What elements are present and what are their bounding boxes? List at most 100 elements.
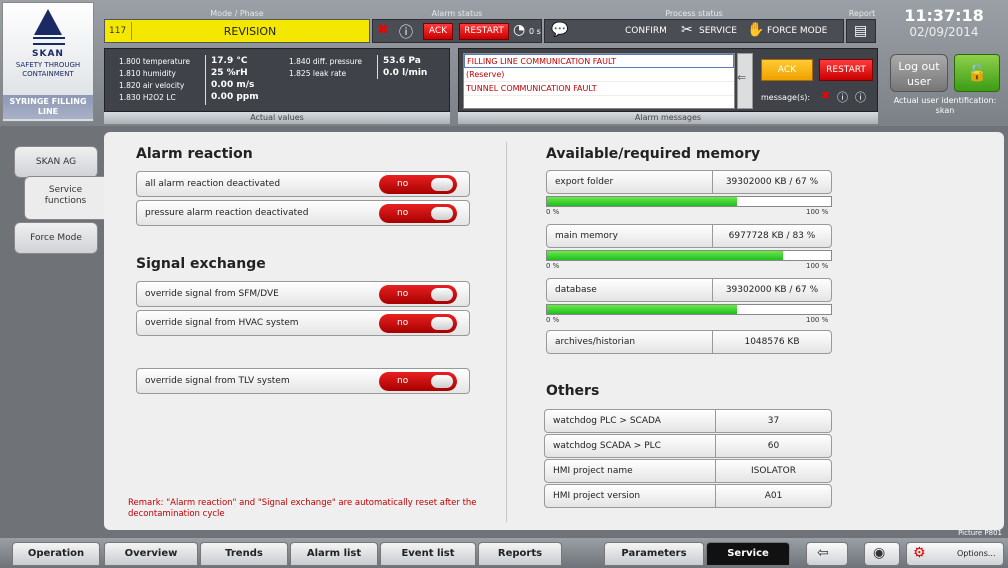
alarm-restart-button[interactable]: RESTART — [459, 23, 509, 40]
padlock-icon: 🔓 — [967, 63, 987, 82]
others-label: HMI project version — [553, 491, 641, 501]
value-divider — [377, 55, 378, 79]
messages-count-label: message(s): — [761, 93, 811, 102]
toggle-state: no — [397, 179, 409, 189]
signal-exchange-toggle[interactable]: no — [379, 314, 457, 333]
alarm-message[interactable]: (Reserve) — [464, 68, 734, 82]
force-mode-hand-icon: ✋ — [747, 22, 765, 38]
toggle-knob — [431, 317, 453, 330]
memory-row: main memory 6977728 KB / 83 % — [546, 224, 832, 248]
value-reading: 25 %rH — [211, 68, 248, 78]
tab-overview[interactable]: Overview — [104, 542, 198, 566]
side-item-skan-ag[interactable]: SKAN AG — [14, 146, 98, 178]
progress-min: 0 % — [546, 316, 560, 324]
process-status-panel: 💬 CONFIRM ✂ SERVICE ✋ FORCE MODE — [544, 19, 844, 43]
mode-phase-field[interactable]: 117 REVISION — [104, 19, 370, 43]
mode-name: REVISION — [223, 25, 277, 38]
report-icon: ▤ — [854, 23, 868, 39]
timer-icon: ◔ — [513, 22, 526, 38]
memory-progress-fill — [547, 251, 783, 260]
alarm-messages-restart-button[interactable]: RESTART — [819, 59, 873, 81]
alarm-ack-button[interactable]: ACK — [423, 23, 453, 40]
value-label: 1.830 H2O2 LC — [119, 93, 176, 102]
user-lock-icon[interactable]: 🔓 — [954, 54, 1000, 92]
memory-label: main memory — [555, 231, 618, 241]
message-warning-icon: ⓘ — [837, 91, 848, 104]
progress-min: 0 % — [546, 208, 560, 216]
options-label: Options... — [957, 549, 996, 558]
back-button[interactable]: ⇦ — [806, 542, 848, 566]
process-status-label: Process status — [665, 9, 723, 18]
tab-event-list[interactable]: Event list — [380, 542, 476, 566]
message-info-icon: ⓘ — [855, 91, 866, 104]
others-value: A01 — [715, 485, 831, 507]
mode-separator — [131, 22, 132, 40]
signal-exchange-label: override signal from SFM/DVE — [145, 289, 279, 299]
signal-exchange-toggle[interactable]: no — [379, 285, 457, 304]
clock-date: 02/09/2014 — [909, 25, 979, 39]
alarm-off-icon: ✖ — [377, 22, 389, 38]
signal-exchange-toggle[interactable]: no — [379, 372, 457, 391]
alarm-reaction-toggle[interactable]: no — [379, 175, 457, 194]
signal-exchange-label: override signal from HVAC system — [145, 318, 299, 328]
alarm-messages-bar[interactable]: Alarm messages — [458, 112, 878, 124]
memory-label: database — [555, 285, 597, 295]
others-value: 37 — [715, 410, 831, 432]
signal-exchange-label: override signal from TLV system — [145, 376, 290, 386]
tab-alarm-list[interactable]: Alarm list — [290, 542, 378, 566]
tab-service[interactable]: Service — [706, 542, 790, 566]
user-identification: Actual user identification: skan — [882, 96, 1008, 116]
back-arrow-icon: ⇦ — [817, 545, 829, 561]
alarm-status-label: Alarm status — [431, 9, 483, 18]
options-icon: ⚙ — [913, 545, 926, 561]
others-label: HMI project name — [553, 466, 633, 476]
service-button[interactable]: SERVICE — [699, 26, 737, 36]
report-label: Report — [848, 9, 876, 18]
logo-tagline: SAFETY THROUGH CONTAINMENT — [15, 61, 81, 78]
progress-max: 100 % — [806, 208, 829, 216]
memory-progress-bar — [546, 250, 832, 261]
user-id-value: skan — [935, 106, 955, 115]
alarm-message[interactable]: FILLING LINE COMMUNICATION FAULT — [464, 54, 734, 68]
camera-button[interactable]: ◉ — [864, 542, 900, 566]
memory-value: 39302000 KB / 67 % — [712, 171, 831, 193]
value-reading: 53.6 Pa — [383, 56, 421, 66]
value-label: 1.800 temperature — [119, 57, 190, 66]
tab-operation[interactable]: Operation — [12, 542, 100, 566]
column-divider — [506, 142, 507, 522]
logo-triangle-icon — [34, 9, 62, 35]
tab-reports[interactable]: Reports — [478, 542, 562, 566]
toggle-knob — [431, 207, 453, 220]
company-logo: SKAN SAFETY THROUGH CONTAINMENT SYRINGE … — [2, 2, 94, 122]
options-button[interactable]: ⚙ Options... — [906, 542, 1004, 566]
alarm-message-list[interactable]: FILLING LINE COMMUNICATION FAULT (Reserv… — [463, 53, 735, 109]
confirm-button[interactable]: CONFIRM — [625, 26, 667, 36]
message-alarm-icon: ✖ — [821, 89, 831, 102]
tab-parameters[interactable]: Parameters — [604, 542, 704, 566]
progress-max: 100 % — [806, 316, 829, 324]
alarm-reaction-label: pressure alarm reaction deactivated — [145, 208, 309, 218]
report-button[interactable]: ▤ — [846, 19, 876, 43]
others-row: watchdog PLC > SCADA 37 — [544, 409, 832, 433]
toggle-state: no — [397, 289, 409, 299]
alarm-timer: 0 s — [529, 27, 541, 36]
side-item-force-mode[interactable]: Force Mode — [14, 222, 98, 254]
side-item-service-functions[interactable]: Service functions — [24, 176, 106, 220]
memory-title: Available/required memory — [546, 146, 761, 162]
alarm-messages-ack-button[interactable]: ACK — [761, 59, 813, 81]
toggle-knob — [431, 375, 453, 388]
alarm-message[interactable]: TUNNEL COMMUNICATION FAULT — [464, 82, 734, 96]
value-reading: 17.9 °C — [211, 56, 248, 66]
force-mode-button[interactable]: FORCE MODE — [767, 26, 827, 36]
value-label: 1.840 diff. pressure — [289, 57, 363, 66]
actual-values-bar[interactable]: Actual values — [104, 112, 450, 124]
logout-button[interactable]: Log out user — [890, 54, 948, 92]
others-label: watchdog SCADA > PLC — [553, 441, 661, 451]
value-reading: 0.0 l/min — [383, 68, 428, 78]
value-label: 1.810 humidity — [119, 69, 176, 78]
alarm-reaction-toggle[interactable]: no — [379, 204, 457, 223]
mode-label: Mode / Phase — [210, 9, 264, 18]
tab-trends[interactable]: Trends — [200, 542, 288, 566]
service-tools-icon: ✂ — [681, 22, 693, 38]
others-value: ISOLATOR — [715, 460, 831, 482]
